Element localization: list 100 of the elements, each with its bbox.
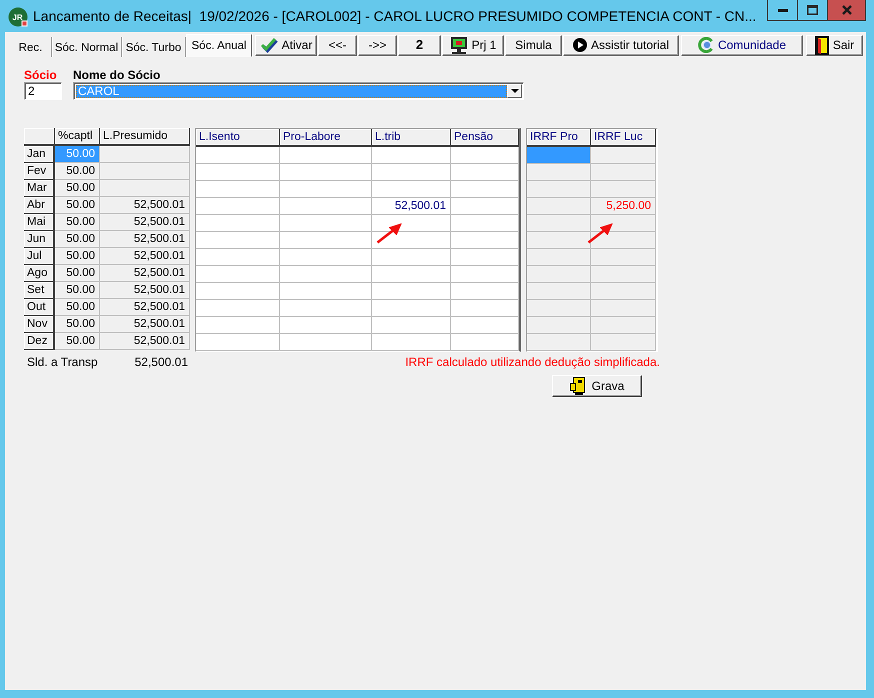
toolbar-button[interactable]: Prj 1 <box>442 34 504 56</box>
grid-cell[interactable] <box>372 164 451 181</box>
grid-cell[interactable]: 52,500.01 <box>100 333 190 350</box>
grid-cell[interactable] <box>280 249 372 266</box>
grid-cell[interactable] <box>280 147 372 164</box>
tab[interactable]: Rec. <box>10 37 52 57</box>
grid-cell[interactable] <box>196 249 280 266</box>
grid-cell[interactable] <box>280 181 372 198</box>
grid-cell[interactable] <box>451 147 519 164</box>
grid-cell[interactable] <box>451 300 519 317</box>
grid-cell[interactable] <box>372 300 451 317</box>
grid-cell[interactable] <box>451 266 519 283</box>
grid-cell[interactable]: 50.00 <box>55 214 100 231</box>
grid-cell[interactable] <box>196 147 280 164</box>
grid-cell[interactable] <box>196 300 280 317</box>
tab[interactable]: Sóc. Anual <box>186 34 252 57</box>
grid-cell[interactable] <box>591 249 656 266</box>
grid-cell[interactable] <box>591 164 656 181</box>
grid-cell[interactable] <box>372 283 451 300</box>
grid-cell[interactable] <box>451 215 519 232</box>
grid-cell[interactable] <box>451 198 519 215</box>
grid-cell[interactable] <box>591 147 656 164</box>
grid-cell[interactable] <box>527 266 591 283</box>
grid-cell[interactable] <box>451 181 519 198</box>
toolbar-button[interactable]: <<- <box>318 34 357 56</box>
save-button[interactable]: Grava <box>552 375 642 397</box>
grid-cell[interactable] <box>591 334 656 351</box>
grid-cell[interactable] <box>372 147 451 164</box>
grid-cell[interactable] <box>280 232 372 249</box>
grid-cell[interactable] <box>527 198 591 215</box>
grid-cell[interactable] <box>280 334 372 351</box>
toolbar-button[interactable]: Assistir tutorial <box>563 34 679 56</box>
grid-cell[interactable] <box>527 215 591 232</box>
grid-cell[interactable]: 52,500.01 <box>372 198 451 215</box>
grid-cell[interactable] <box>280 215 372 232</box>
grid-cell[interactable] <box>527 300 591 317</box>
grid-cell[interactable] <box>527 249 591 266</box>
grid-cell[interactable]: 5,250.00 <box>591 198 656 215</box>
grid-cell[interactable] <box>372 334 451 351</box>
grid-cell[interactable]: 52,500.01 <box>100 299 190 316</box>
grid-cell[interactable] <box>372 181 451 198</box>
grid-cell[interactable]: 52,500.01 <box>100 214 190 231</box>
grid-cell[interactable] <box>527 283 591 300</box>
grid-cell[interactable] <box>280 300 372 317</box>
grid-cell[interactable]: 50.00 <box>55 163 100 180</box>
grid-cell[interactable] <box>591 215 656 232</box>
grid-cell[interactable] <box>196 266 280 283</box>
grid-cell[interactable] <box>527 317 591 334</box>
grid-cell[interactable] <box>527 164 591 181</box>
grid-cell[interactable]: 50.00 <box>55 299 100 316</box>
tab[interactable]: Sóc. Normal <box>52 37 122 57</box>
partner-number-field[interactable]: 2 <box>24 82 62 100</box>
grid-cell[interactable]: 52,500.01 <box>100 282 190 299</box>
grid-cell[interactable] <box>372 232 451 249</box>
grid-cell[interactable] <box>196 317 280 334</box>
grid-cell[interactable] <box>527 232 591 249</box>
grid-cell[interactable] <box>451 249 519 266</box>
grid-cell[interactable] <box>280 266 372 283</box>
grid-cell[interactable] <box>591 317 656 334</box>
grid-cell[interactable] <box>372 317 451 334</box>
grid-cell[interactable] <box>591 300 656 317</box>
grid-cell[interactable] <box>100 146 190 163</box>
grid-cell[interactable] <box>451 334 519 351</box>
grid-cell[interactable] <box>196 283 280 300</box>
toolbar-button[interactable]: Ativar <box>255 34 317 56</box>
grid-cell[interactable] <box>280 317 372 334</box>
grid-cell[interactable]: 52,500.01 <box>100 316 190 333</box>
grid-cell[interactable] <box>280 198 372 215</box>
grid-cell[interactable] <box>527 181 591 198</box>
grid-cell[interactable] <box>196 164 280 181</box>
grid-cell[interactable] <box>196 198 280 215</box>
grid-cell[interactable] <box>100 163 190 180</box>
grid-cell[interactable]: 50.00 <box>55 316 100 333</box>
grid-cell[interactable] <box>280 283 372 300</box>
grid-cell[interactable] <box>527 334 591 351</box>
grid-cell[interactable] <box>100 180 190 197</box>
close-button[interactable] <box>827 0 866 21</box>
grid-cell[interactable] <box>591 232 656 249</box>
grid-cell[interactable] <box>196 232 280 249</box>
grid-cell[interactable]: 50.00 <box>55 248 100 265</box>
number-button[interactable]: 2 <box>398 34 441 56</box>
grid-cell[interactable]: 52,500.01 <box>100 248 190 265</box>
grid-cell[interactable]: 52,500.01 <box>100 197 190 214</box>
toolbar-button[interactable]: ->> <box>358 34 397 56</box>
grid-cell[interactable] <box>451 232 519 249</box>
toolbar-button[interactable]: Sair <box>806 34 863 56</box>
grid-cell[interactable]: 50.00 <box>55 333 100 350</box>
grid-cell[interactable] <box>372 249 451 266</box>
grid-cell[interactable]: 52,500.01 <box>100 231 190 248</box>
grid-cell[interactable]: 50.00 <box>55 282 100 299</box>
grid-cell[interactable]: 52,500.01 <box>100 265 190 282</box>
grid-cell[interactable] <box>451 283 519 300</box>
grid-cell[interactable] <box>451 317 519 334</box>
grid-cell[interactable] <box>527 147 591 164</box>
grid-cell[interactable] <box>591 266 656 283</box>
grid-cell[interactable] <box>591 181 656 198</box>
grid-cell[interactable] <box>372 266 451 283</box>
grid-cell[interactable]: 50.00 <box>55 197 100 214</box>
minimize-button[interactable] <box>767 0 797 21</box>
grid-cell[interactable] <box>591 283 656 300</box>
